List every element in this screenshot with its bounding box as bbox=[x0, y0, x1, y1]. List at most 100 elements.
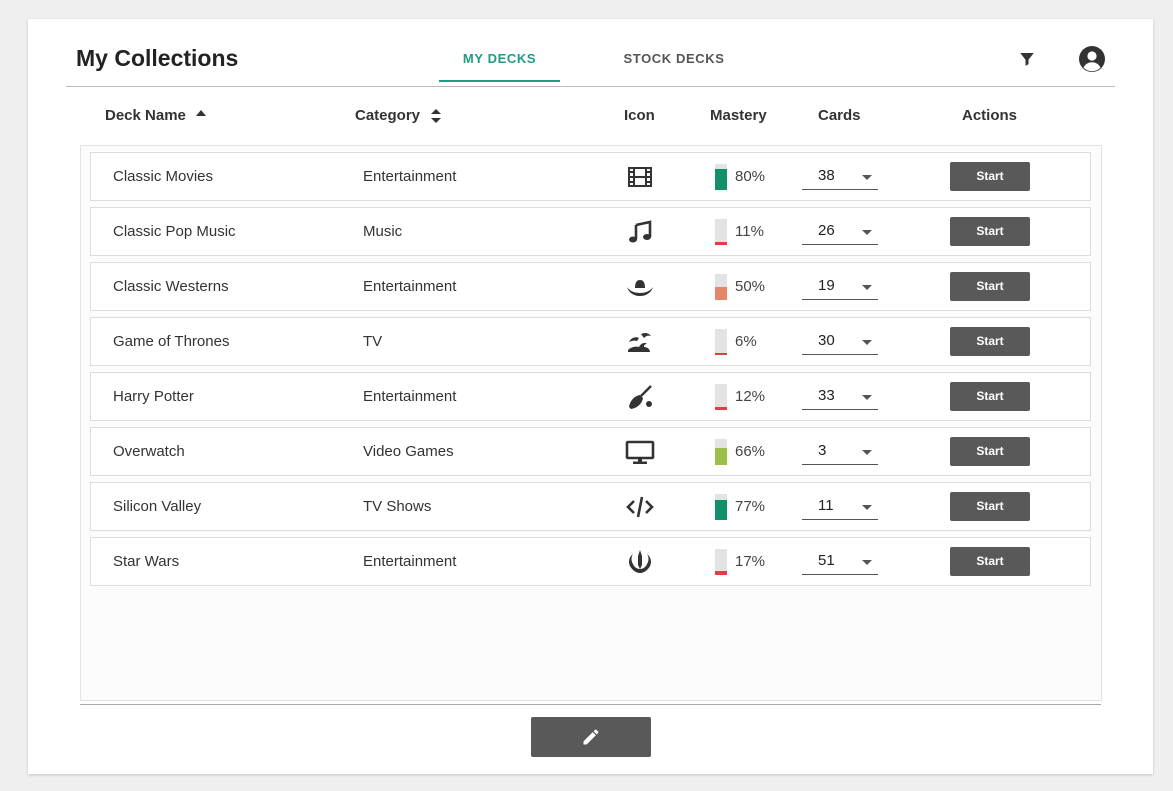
sort-ascending-icon bbox=[195, 109, 206, 116]
deck-category: TV Shows bbox=[363, 498, 432, 515]
cards-count-value: 19 bbox=[818, 277, 835, 294]
deck-name: Star Wars bbox=[113, 553, 180, 570]
deck-row: Classic Westerns Entertainment 50% 19 Start bbox=[90, 262, 1091, 311]
chevron-down-icon bbox=[862, 285, 872, 290]
column-header-label: Deck Name bbox=[105, 107, 186, 124]
cards-count-value: 33 bbox=[818, 387, 835, 404]
chevron-down-icon bbox=[862, 450, 872, 455]
header-divider bbox=[66, 86, 1115, 87]
start-button[interactable]: Start bbox=[950, 437, 1030, 466]
chevron-down-icon bbox=[862, 395, 872, 400]
sort-icon bbox=[431, 108, 442, 123]
mastery-bar bbox=[715, 164, 727, 190]
deck-row: Classic Pop Music Music 11% 26 Start bbox=[90, 207, 1091, 256]
mastery-bar bbox=[715, 494, 727, 520]
footer-divider bbox=[80, 704, 1101, 705]
column-header-icon: Icon bbox=[624, 107, 655, 124]
mastery-fill bbox=[715, 500, 727, 520]
code-icon bbox=[625, 493, 655, 521]
cards-count-value: 38 bbox=[818, 167, 835, 184]
deck-name: Classic Pop Music bbox=[113, 223, 236, 240]
deck-category: Entertainment bbox=[363, 168, 457, 185]
column-header-label: Mastery bbox=[710, 107, 767, 124]
cards-count-value: 26 bbox=[818, 222, 835, 239]
deck-name: Classic Westerns bbox=[113, 278, 229, 295]
cards-count-select[interactable]: 51 bbox=[802, 552, 878, 575]
column-header-label: Icon bbox=[624, 107, 655, 124]
mastery-fill bbox=[715, 287, 727, 300]
cards-count-select[interactable]: 30 bbox=[802, 332, 878, 355]
mastery-percent: 80% bbox=[735, 168, 766, 185]
deck-name: Harry Potter bbox=[113, 388, 194, 405]
film-icon bbox=[625, 163, 655, 191]
deck-name: Classic Movies bbox=[113, 168, 214, 185]
mastery-bar bbox=[715, 439, 727, 465]
column-header-label: Category bbox=[355, 107, 421, 124]
start-button[interactable]: Start bbox=[950, 327, 1030, 356]
start-button[interactable]: Start bbox=[950, 217, 1030, 246]
start-button[interactable]: Start bbox=[950, 547, 1030, 576]
mastery-fill bbox=[715, 169, 727, 190]
mastery-fill bbox=[715, 571, 727, 575]
start-button[interactable]: Start bbox=[950, 162, 1030, 191]
mastery-fill bbox=[715, 448, 727, 465]
deck-category: Entertainment bbox=[363, 388, 457, 405]
cards-count-select[interactable]: 19 bbox=[802, 277, 878, 300]
jedi-order-icon bbox=[625, 548, 655, 576]
column-header-label: Cards bbox=[818, 107, 861, 124]
edit-button[interactable] bbox=[531, 717, 651, 757]
mastery-percent: 6% bbox=[735, 333, 757, 350]
chevron-down-icon bbox=[862, 560, 872, 565]
column-header-actions: Actions bbox=[962, 107, 1017, 124]
cards-count-value: 30 bbox=[818, 332, 835, 349]
chevron-down-icon bbox=[862, 175, 872, 180]
mastery-fill bbox=[715, 353, 727, 355]
cards-count-select[interactable]: 26 bbox=[802, 222, 878, 245]
deck-row: Silicon Valley TV Shows 77% 11 Start bbox=[90, 482, 1091, 531]
cards-count-select[interactable]: 33 bbox=[802, 387, 878, 410]
deck-list: Classic Movies Entertainment 80% 38 Start Cla… bbox=[80, 145, 1102, 701]
deck-category: Entertainment bbox=[363, 553, 457, 570]
start-button[interactable]: Start bbox=[950, 382, 1030, 411]
column-header-deck-name[interactable]: Deck Name bbox=[105, 107, 206, 124]
column-header-category[interactable]: Category bbox=[355, 107, 442, 124]
account-circle-icon[interactable] bbox=[1078, 45, 1106, 73]
cards-count-select[interactable]: 38 bbox=[802, 167, 878, 190]
deck-category: Music bbox=[363, 223, 403, 240]
pencil-icon bbox=[583, 729, 599, 745]
start-button[interactable]: Start bbox=[950, 492, 1030, 521]
mastery-percent: 50% bbox=[735, 278, 766, 295]
tab-my-decks[interactable]: MY DECKS bbox=[439, 51, 560, 66]
broom-icon bbox=[625, 383, 655, 411]
deck-name: Game of Thrones bbox=[113, 333, 230, 350]
column-header-mastery: Mastery bbox=[710, 107, 767, 124]
cards-count-select[interactable]: 11 bbox=[802, 497, 878, 520]
cowboy-hat-icon bbox=[625, 273, 655, 301]
deck-category: Entertainment bbox=[363, 278, 457, 295]
column-header-label: Actions bbox=[962, 107, 1018, 124]
column-header-cards: Cards bbox=[818, 107, 861, 124]
mastery-bar bbox=[715, 219, 727, 245]
tab-stock-decks[interactable]: STOCK DECKS bbox=[613, 51, 735, 66]
deck-name: Overwatch bbox=[113, 443, 185, 460]
cards-count-value: 11 bbox=[818, 497, 834, 514]
mastery-percent: 77% bbox=[735, 498, 766, 515]
mastery-bar bbox=[715, 274, 727, 300]
deck-category: Video Games bbox=[363, 443, 454, 460]
active-tab-indicator bbox=[439, 80, 560, 82]
collections-panel: My Collections MY DECKS STOCK DECKS Deck… bbox=[28, 19, 1153, 774]
music-note-icon bbox=[625, 218, 655, 246]
mastery-percent: 11% bbox=[735, 223, 764, 240]
mastery-bar bbox=[715, 384, 727, 410]
mastery-fill bbox=[715, 407, 727, 410]
desktop-icon bbox=[625, 438, 655, 466]
mastery-percent: 66% bbox=[735, 443, 766, 460]
deck-name: Silicon Valley bbox=[113, 498, 202, 515]
cards-count-select[interactable]: 3 bbox=[802, 442, 878, 465]
deck-row: Classic Movies Entertainment 80% 38 Start bbox=[90, 152, 1091, 201]
filter-icon[interactable] bbox=[1018, 50, 1036, 68]
start-button[interactable]: Start bbox=[950, 272, 1030, 301]
mastery-bar bbox=[715, 329, 727, 355]
dragon-icon bbox=[625, 328, 655, 356]
deck-row: Harry Potter Entertainment 12% 33 Start bbox=[90, 372, 1091, 421]
